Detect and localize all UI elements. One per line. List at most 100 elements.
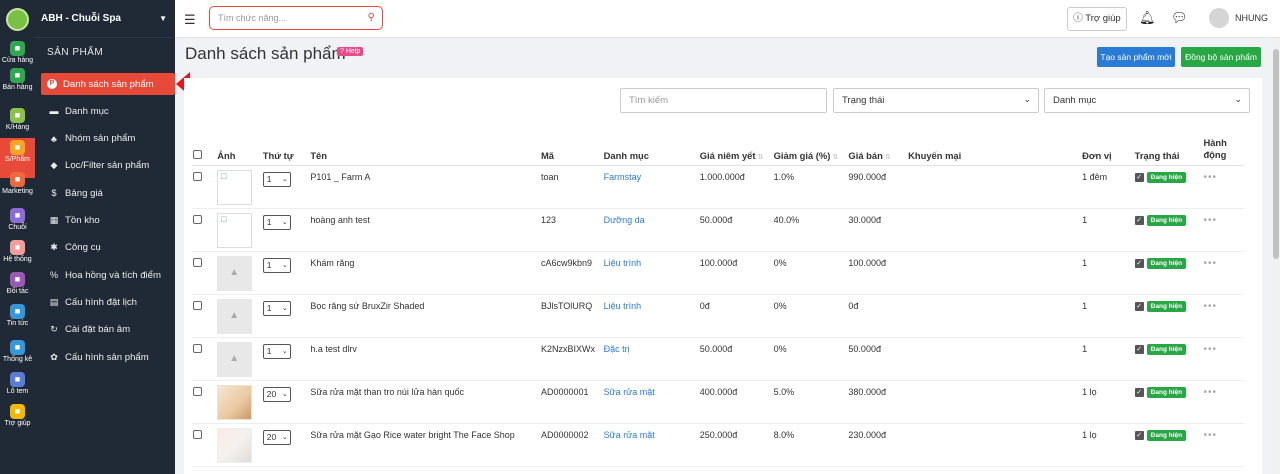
rail-item-1[interactable]: ■ Bán hàng — [0, 66, 35, 106]
sync-product-button[interactable]: Đồng bộ sản phẩm — [1181, 47, 1261, 67]
order-select[interactable]: 20 ⌄ — [262, 429, 291, 445]
col-list-price[interactable]: Giá niêm yết ⇅ — [699, 133, 774, 166]
more-options-icon[interactable]: ••• — [1203, 344, 1217, 355]
col-code[interactable]: Mã — [540, 133, 604, 166]
row-order-cell: 20 ⌄ — [262, 380, 311, 424]
order-select[interactable]: 1 ⌄ — [262, 257, 291, 273]
rail-item-11[interactable]: ■ Trợ giúp — [0, 402, 35, 442]
product-category-link[interactable]: Sữa rửa mặt — [603, 423, 700, 467]
row-status-cell: ✓ Đang hiện — [1134, 380, 1204, 424]
status-checkbox[interactable]: ✓ — [1134, 387, 1144, 397]
row-checkbox[interactable] — [193, 257, 202, 267]
status-checkbox[interactable]: ✓ — [1134, 344, 1144, 354]
function-search-input[interactable]: Tìm chức năng... ⚲ — [209, 6, 383, 30]
product-name[interactable]: Bọc răng sứ BruxZir Shaded — [310, 294, 541, 338]
table-row[interactable]: 20 ⌄ Sữa rửa mặt than tro núi lửa hàn quốc… — [192, 380, 1244, 424]
col-price[interactable]: Giá bán ⇅ — [848, 133, 909, 166]
row-checkbox[interactable] — [193, 386, 202, 396]
brand-switcher[interactable]: ABH - Chuỗi Spa ▼ — [35, 0, 175, 38]
more-options-icon[interactable]: ••• — [1203, 387, 1217, 398]
row-checkbox[interactable] — [193, 214, 202, 224]
table-row[interactable]: 1⌄h.a test dlrvK2NzxBIXWxĐặc trị50.000đ0… — [192, 337, 1244, 381]
rail-item-8[interactable]: ■ Tin tức — [0, 302, 35, 342]
product-thumbnail[interactable] — [217, 212, 253, 248]
hamburger-menu-icon[interactable]: ☰ — [184, 12, 196, 28]
sidebar-item-label: Hoa hồng và tích điểm — [65, 269, 161, 281]
col-order[interactable]: Thứ tự — [262, 133, 311, 166]
table-row[interactable]: 1⌄P101 _ Farm AtoanFarmstay1.000.000đ1.0… — [192, 165, 1244, 209]
product-thumbnail[interactable] — [217, 169, 253, 205]
help-badge[interactable]: ? Help — [337, 47, 364, 56]
sidebar-item-2[interactable]: ♣ Nhóm sản phẩm — [41, 128, 175, 150]
status-checkbox[interactable]: ✓ — [1134, 258, 1144, 268]
page-scrollbar-thumb[interactable] — [1273, 49, 1279, 259]
status-checkbox[interactable]: ✓ — [1134, 430, 1144, 440]
sidebar-item-7[interactable]: % Hoa hồng và tích điểm — [41, 264, 175, 286]
sidebar-item-10[interactable]: ✿ Cấu hình sản phẩm — [41, 346, 175, 368]
product-name[interactable]: h.a test dlrv — [310, 337, 541, 381]
product-name[interactable]: hoàng anh test — [310, 208, 541, 252]
table-row[interactable]: 20 ⌄ Sữa rửa mặt Gạo Rice water bright The… — [192, 423, 1244, 467]
product-category-link[interactable]: Đặc trị — [603, 337, 700, 381]
more-options-icon[interactable]: ••• — [1203, 172, 1217, 183]
product-search-input[interactable]: Tìm kiếm — [620, 88, 827, 113]
sidebar-item-5[interactable]: ▦ Tồn kho — [41, 210, 175, 232]
product-name[interactable]: Khám răng — [310, 251, 541, 295]
row-checkbox[interactable] — [193, 300, 202, 310]
user-name[interactable]: NHUNG — [1235, 13, 1268, 23]
product-thumbnail[interactable] — [217, 427, 253, 463]
col-category[interactable]: Danh mục — [603, 133, 700, 166]
more-options-icon[interactable]: ••• — [1203, 215, 1217, 226]
help-button[interactable]: ⓘ Trợ giúp — [1067, 7, 1127, 31]
product-name[interactable]: Sữa rửa mặt Gạo Rice water bright The Fa… — [310, 423, 541, 467]
status-checkbox[interactable]: ✓ — [1134, 172, 1144, 182]
product-category-link[interactable]: Liệu trình — [603, 251, 700, 295]
product-thumbnail[interactable] — [217, 298, 253, 334]
order-select[interactable]: 1 ⌄ — [262, 214, 291, 230]
product-category-link[interactable]: Farmstay — [603, 165, 700, 209]
col-discount[interactable]: Giảm giá (%) ⇅ — [773, 133, 849, 166]
sidebar-item-0[interactable]: P Danh sách sản phẩm — [41, 73, 175, 95]
product-category-link[interactable]: Sữa rửa mặt — [603, 380, 700, 424]
row-checkbox[interactable] — [193, 429, 202, 439]
product-thumbnail[interactable] — [217, 255, 253, 291]
create-product-button[interactable]: Tạo sản phẩm mới — [1097, 47, 1175, 67]
order-select[interactable]: 1 ⌄ — [262, 300, 291, 316]
order-select[interactable]: 20 ⌄ — [262, 386, 291, 402]
avatar[interactable] — [1209, 8, 1229, 28]
sidebar-item-1[interactable]: ▬ Danh mục — [41, 100, 175, 122]
more-options-icon[interactable]: ••• — [1203, 301, 1217, 312]
row-checkbox[interactable] — [193, 171, 202, 181]
more-options-icon[interactable]: ••• — [1203, 258, 1217, 269]
table-row[interactable]: 1⌄Khám răngcA6cw9kbn9Liệu trình100.000đ0… — [192, 251, 1244, 295]
status-checkbox[interactable]: ✓ — [1134, 215, 1144, 225]
search-icon[interactable]: ⚲ — [368, 12, 375, 23]
sidebar-item-3[interactable]: ◆ Lọc/Filter sản phẩm — [41, 155, 175, 177]
sidebar-item-6[interactable]: ✱ Công cụ — [41, 237, 175, 259]
status-filter-select[interactable]: Trạng thái ⌄ — [833, 88, 1039, 113]
sidebar-item-9[interactable]: ↻ Cài đặt bán âm — [41, 319, 175, 341]
category-filter-select[interactable]: Danh mục ⌄ — [1044, 88, 1250, 113]
order-select[interactable]: 1 ⌄ — [262, 343, 291, 359]
app-logo[interactable] — [6, 8, 29, 31]
sidebar-item-8[interactable]: ▤ Cấu hình đặt lịch — [41, 291, 175, 313]
more-options-icon[interactable]: ••• — [1203, 430, 1217, 441]
chat-icon[interactable]: 💬︎ — [1171, 10, 1188, 26]
product-category-link[interactable]: Liệu trình — [603, 294, 700, 338]
bell-icon[interactable]: 🔔︎ — [1139, 10, 1156, 26]
row-checkbox[interactable] — [193, 343, 202, 353]
rail-item-4[interactable]: ■ Marketing — [0, 170, 35, 210]
table-row[interactable]: 1⌄hoàng anh test123Dưỡng da50.000đ40.0%3… — [192, 208, 1244, 252]
product-category-link[interactable]: Dưỡng da — [603, 208, 700, 252]
product-code: K2NzxBIXWx — [540, 337, 604, 381]
product-thumbnail[interactable] — [217, 341, 253, 377]
table-row[interactable]: 1⌄Bọc răng sứ BruxZir ShadedBJlsTOlURQLi… — [192, 294, 1244, 338]
product-thumbnail[interactable] — [217, 384, 253, 420]
status-checkbox[interactable]: ✓ — [1134, 301, 1144, 311]
col-name[interactable]: Tên — [310, 133, 541, 166]
select-all-checkbox[interactable] — [193, 149, 202, 159]
product-name[interactable]: Sữa rửa mặt than tro núi lửa hàn quốc — [310, 380, 541, 424]
product-name[interactable]: P101 _ Farm A — [310, 165, 541, 209]
sidebar-item-4[interactable]: $ Bảng giá — [41, 182, 175, 204]
order-select[interactable]: 1 ⌄ — [262, 171, 291, 187]
